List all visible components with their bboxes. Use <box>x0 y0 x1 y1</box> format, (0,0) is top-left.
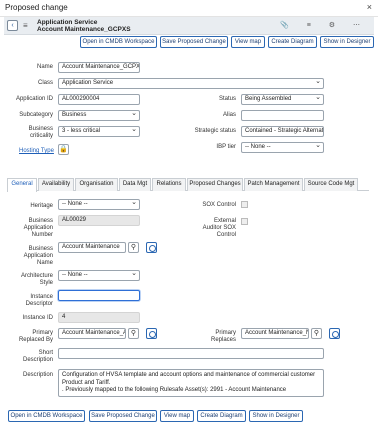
application-id-label: Application ID <box>15 96 53 102</box>
short-description-label: Short Description <box>22 350 53 363</box>
save-proposed-change-button[interactable]: Save Proposed Change <box>89 410 157 422</box>
section-tabs: General Availability Organisation Data M… <box>7 178 369 192</box>
open-cmdb-button[interactable]: Open in CMDB Workspace <box>8 410 85 422</box>
external-auditor-sox-label: External Auditor SOX Control <box>202 218 236 238</box>
description-label: Description <box>22 372 53 378</box>
tab-organisation[interactable]: Organisation <box>75 178 118 191</box>
primary-replaces-field[interactable]: Account Maintenance_N <box>241 328 309 339</box>
show-in-designer-button[interactable]: Show in Designer <box>249 410 303 422</box>
info-icon[interactable] <box>146 328 157 339</box>
top-actions: Open in CMDB Workspace Save Proposed Cha… <box>0 36 378 50</box>
instance-descriptor-field[interactable] <box>58 290 140 301</box>
business-application-number-field: AL00029 <box>58 215 140 226</box>
create-diagram-button[interactable]: Create Diagram <box>268 36 317 48</box>
lock-icon[interactable]: 🔒 <box>58 144 69 155</box>
business-application-name-field[interactable]: Account Maintenance <box>58 242 126 253</box>
heritage-label: Heritage <box>30 203 53 209</box>
application-id-field[interactable]: AL000290004 <box>58 94 140 105</box>
class-select[interactable]: Application Service <box>58 78 324 89</box>
description-line: . Previously mapped to the following Rul… <box>62 387 287 393</box>
record-title: Application Service Account Maintenance_… <box>37 19 131 33</box>
info-icon[interactable] <box>329 328 340 339</box>
strategic-status-field[interactable]: Contained - Strategic Alternati <box>241 126 324 137</box>
info-icon[interactable] <box>146 242 157 253</box>
alias-field[interactable] <box>241 110 324 121</box>
record-header: ‹ ≡ Application Service Account Maintena… <box>4 17 374 35</box>
business-criticality-label: Business criticality <box>28 126 53 139</box>
hosting-type-link[interactable]: Hosting Type <box>19 148 54 154</box>
tab-general[interactable]: General <box>7 178 37 192</box>
instance-id-field: 4 <box>58 312 140 323</box>
tab-source-code-mgt[interactable]: Source Code Mgt <box>304 178 358 191</box>
search-icon[interactable]: ⚲ <box>311 328 322 339</box>
business-application-number-label: Business Application Number <box>23 218 53 238</box>
description-textarea[interactable]: Configuration of HVSA template and accou… <box>58 369 324 397</box>
view-map-button[interactable]: View map <box>160 410 194 422</box>
show-in-designer-button[interactable]: Show in Designer <box>320 36 374 48</box>
primary-replaces-label: Primary Replaces <box>210 330 236 343</box>
subcategory-select[interactable]: Business <box>58 110 140 121</box>
class-label: Class <box>37 80 53 86</box>
name-label: Name <box>36 64 53 70</box>
record-name: Account Maintenance_GCPXS <box>37 26 131 33</box>
architecture-style-select[interactable]: -- None -- <box>58 270 140 281</box>
open-cmdb-button[interactable]: Open in CMDB Workspace <box>80 36 157 48</box>
search-icon[interactable]: ⚲ <box>128 242 139 253</box>
tab-availability[interactable]: Availability <box>38 178 74 191</box>
ibp-tier-select[interactable]: -- None -- <box>241 142 324 153</box>
view-map-button[interactable]: View map <box>231 36 265 48</box>
save-proposed-change-button[interactable]: Save Proposed Change <box>160 36 228 48</box>
instance-id-label: Instance ID <box>22 315 53 321</box>
back-icon[interactable]: ‹ <box>7 20 18 31</box>
record-type: Application Service <box>37 19 98 26</box>
modal-title: Proposed change <box>5 3 68 12</box>
architecture-style-label: Architecture Style <box>20 273 53 286</box>
name-field[interactable]: Account Maintenance_GCPXS <box>58 62 140 73</box>
create-diagram-button[interactable]: Create Diagram <box>197 410 246 422</box>
tab-relations[interactable]: Relations <box>152 178 186 191</box>
search-icon[interactable]: ⚲ <box>128 328 139 339</box>
sox-control-label: SOX Control <box>202 202 236 208</box>
primary-replaced-by-field[interactable]: Account Maintenance_A <box>58 328 126 339</box>
heritage-select[interactable]: -- None -- <box>58 199 140 210</box>
sox-control-checkbox[interactable] <box>241 201 248 208</box>
tab-patch-management[interactable]: Patch Management <box>244 178 303 191</box>
status-label: Status <box>218 96 236 102</box>
modal-titlebar: Proposed change × <box>0 0 378 17</box>
ibp-tier-label: IBP tier <box>216 144 236 150</box>
short-description-field[interactable] <box>58 348 324 359</box>
description-line: Product and Tariff. <box>62 379 111 386</box>
alias-label: Alias <box>222 112 236 118</box>
strategic-status-label: Strategic status <box>194 128 236 134</box>
primary-replaced-by-label: Primary Replaced By <box>18 330 53 343</box>
instance-descriptor-label: Instance Descriptor <box>25 294 53 307</box>
status-select[interactable]: Being Assembled <box>241 94 324 105</box>
tab-data-mgt[interactable]: Data Mgt <box>119 178 151 191</box>
subcategory-label: Subcategory <box>19 112 53 118</box>
business-criticality-select[interactable]: 3 - less critical <box>58 126 140 137</box>
description-line: Configuration of HVSA template and accou… <box>62 372 316 378</box>
external-auditor-sox-checkbox[interactable] <box>241 218 248 225</box>
tab-proposed-changes[interactable]: Proposed Changes <box>187 178 243 191</box>
header-action-icons[interactable]: 📎 ≡ ⚙ ⋯ <box>280 21 368 29</box>
close-icon[interactable]: × <box>367 2 372 12</box>
business-application-name-label: Business Application Name <box>23 246 53 266</box>
hamburger-menu-icon[interactable]: ≡ <box>23 21 28 30</box>
